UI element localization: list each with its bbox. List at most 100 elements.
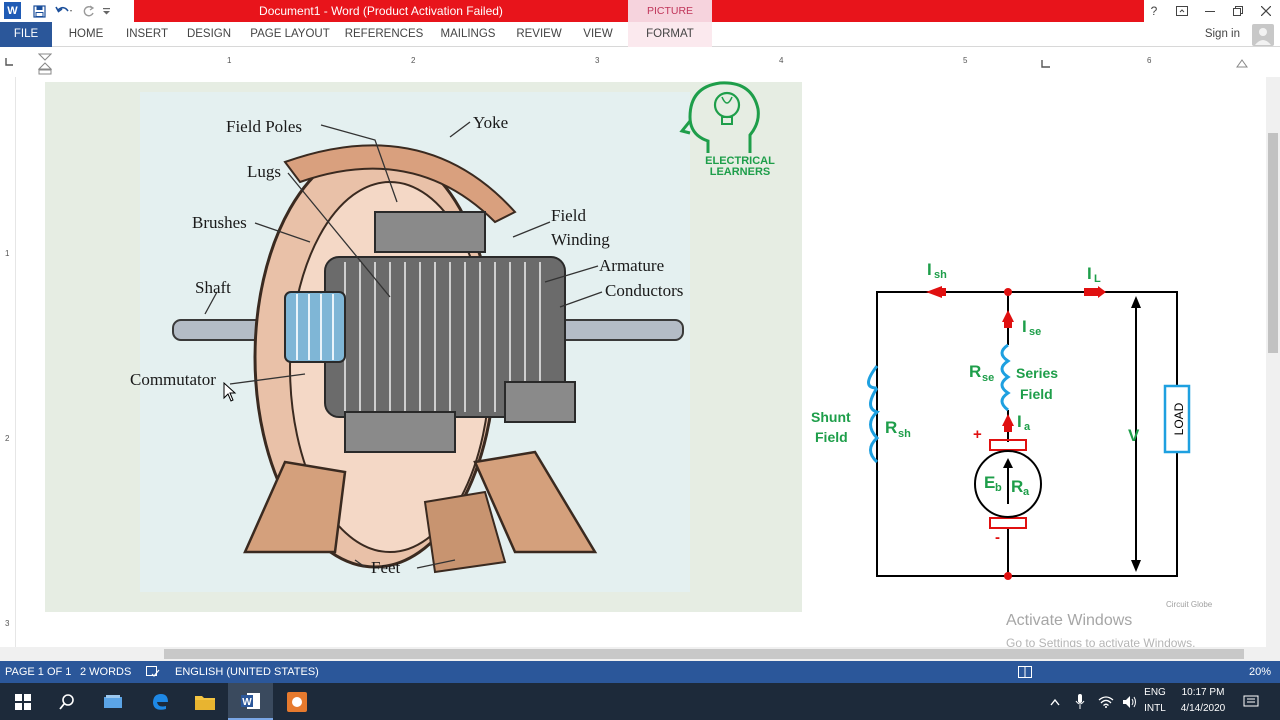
tab-review[interactable]: REVIEW	[512, 22, 566, 47]
tab-selector-icon[interactable]	[4, 57, 14, 67]
file-explorer-icon[interactable]	[182, 683, 227, 720]
label-i-se: I	[1022, 317, 1027, 336]
tab-page-layout[interactable]: PAGE LAYOUT	[248, 22, 332, 47]
page-count[interactable]: PAGE 1 OF 1	[5, 661, 71, 683]
clock-date[interactable]: 4/14/2020	[1172, 703, 1234, 714]
window-title: Document1 - Word (Product Activation Fai…	[259, 4, 503, 18]
minimize-icon[interactable]	[1196, 0, 1224, 22]
label-brushes: Brushes	[192, 213, 247, 232]
label-r-se: R	[969, 362, 981, 381]
vertical-ruler-number: 1	[5, 249, 10, 258]
clock-time[interactable]: 10:17 PM	[1172, 687, 1234, 698]
picture-tools-label: PICTURE TOOLS	[628, 0, 712, 39]
label-conductors: Conductors	[605, 281, 684, 300]
zoom-level[interactable]: 20%	[1249, 661, 1271, 683]
vertical-scroll-thumb[interactable]	[1268, 133, 1278, 353]
help-icon[interactable]: ?	[1140, 0, 1168, 22]
label-r-se-sub: se	[982, 372, 994, 384]
input-language[interactable]: ENG	[1140, 687, 1170, 698]
vertical-ruler[interactable]: 1 2 3	[0, 77, 16, 647]
keyboard-layout[interactable]: INTL	[1140, 703, 1170, 714]
screen-recorder-icon[interactable]	[274, 683, 319, 720]
ruler-number: 1	[227, 56, 232, 65]
word-count[interactable]: 2 WORDS	[80, 661, 131, 683]
undo-icon[interactable]	[50, 0, 78, 22]
label-shunt: Shunt	[811, 409, 851, 425]
compound-motor-circuit-diagram[interactable]: I sh I L I se R se Series Field I a Shun…	[800, 240, 1200, 595]
electrical-learners-logo: ELECTRICAL LEARNERS	[670, 75, 780, 185]
label-armature: Armature	[599, 256, 665, 275]
svg-text:W: W	[242, 697, 252, 708]
label-commutator: Commutator	[130, 370, 216, 389]
restore-icon[interactable]	[1224, 0, 1252, 22]
label-i-a-sub: a	[1024, 421, 1031, 433]
vertical-ruler-number: 2	[5, 434, 10, 443]
label-load: LOAD	[1172, 402, 1186, 435]
label-r-sh: R	[885, 418, 897, 437]
label-e-b-sub: b	[995, 482, 1002, 494]
sign-in-link[interactable]: Sign in	[1205, 22, 1240, 47]
notifications-icon[interactable]	[1236, 683, 1266, 720]
edge-browser-icon[interactable]	[137, 683, 182, 720]
ruler-number: 3	[595, 56, 600, 65]
horizontal-scroll-thumb[interactable]	[164, 649, 1244, 659]
label-minus: -	[995, 529, 1000, 546]
label-field-poles: Field Poles	[226, 117, 303, 136]
customize-qat-icon[interactable]	[100, 0, 112, 22]
tab-references[interactable]: REFERENCES	[344, 22, 424, 47]
vertical-ruler-number: 3	[5, 619, 10, 628]
right-indent-marker-icon[interactable]	[1236, 59, 1248, 69]
word-app-icon[interactable]: W	[4, 2, 21, 19]
ribbon-tab-bar: FILE HOME INSERT DESIGN PAGE LAYOUT REFE…	[0, 22, 1280, 47]
label-shaft: Shaft	[195, 278, 231, 297]
right-tab-marker-icon[interactable]	[1040, 59, 1052, 69]
avatar[interactable]	[1252, 24, 1274, 46]
label-series: Series	[1016, 365, 1058, 381]
close-icon[interactable]	[1252, 0, 1280, 22]
start-button[interactable]	[0, 683, 45, 720]
search-icon[interactable]	[44, 683, 89, 720]
label-yoke: Yoke	[473, 113, 509, 132]
window-controls: ?	[1140, 0, 1280, 22]
save-icon[interactable]	[28, 0, 50, 22]
horizontal-ruler[interactable]: 1 2 3 4 5 6	[0, 47, 1280, 77]
label-series-field: Field	[1020, 386, 1053, 402]
title-bar: W Document1 - Word (Product Activation F…	[0, 0, 1280, 39]
tab-mailings[interactable]: MAILINGS	[436, 22, 500, 47]
ribbon-display-options-icon[interactable]	[1168, 0, 1196, 22]
mouse-cursor-icon	[223, 382, 237, 402]
microphone-icon[interactable]	[1066, 683, 1094, 720]
label-feet: Feet	[371, 558, 401, 577]
label-lugs: Lugs	[247, 162, 281, 181]
logo-line-2: LEARNERS	[710, 166, 771, 178]
task-view-icon[interactable]	[90, 683, 135, 720]
tab-design[interactable]: DESIGN	[184, 22, 234, 47]
label-i-sh: I	[927, 260, 932, 279]
label-i-sh-sub: sh	[934, 269, 947, 281]
label-i-se-sub: se	[1029, 326, 1041, 338]
ruler-number: 5	[963, 56, 968, 65]
windows-logo-icon	[14, 693, 31, 710]
vertical-scrollbar[interactable]	[1266, 77, 1280, 647]
status-bar: PAGE 1 OF 1 2 WORDS ENGLISH (UNITED STAT…	[0, 661, 1280, 683]
label-v: V	[1128, 426, 1140, 445]
tab-insert[interactable]: INSERT	[122, 22, 172, 47]
tab-view[interactable]: VIEW	[578, 22, 618, 47]
redo-icon[interactable]	[78, 0, 100, 22]
label-shunt-field: Field	[815, 429, 848, 445]
tab-home[interactable]: HOME	[62, 22, 110, 47]
ruler-number: 2	[411, 56, 416, 65]
ruler-number: 4	[779, 56, 784, 65]
horizontal-scrollbar[interactable]	[0, 647, 1280, 661]
indent-marker-icon[interactable]	[38, 53, 52, 75]
tab-format[interactable]: FORMAT	[628, 22, 712, 47]
word-taskbar-icon[interactable]: W	[228, 683, 273, 720]
label-r-a-sub: a	[1023, 486, 1030, 498]
language-indicator[interactable]: ENGLISH (UNITED STATES)	[175, 661, 319, 683]
quick-access-toolbar	[28, 0, 112, 22]
tab-file[interactable]: FILE	[0, 22, 52, 47]
label-i-l-sub: L	[1094, 273, 1101, 285]
label-r-sh-sub: sh	[898, 428, 911, 440]
windows-taskbar: W ENG INTL 10:17 PM 4/14/2020	[0, 683, 1280, 720]
label-winding: Winding	[551, 230, 610, 249]
